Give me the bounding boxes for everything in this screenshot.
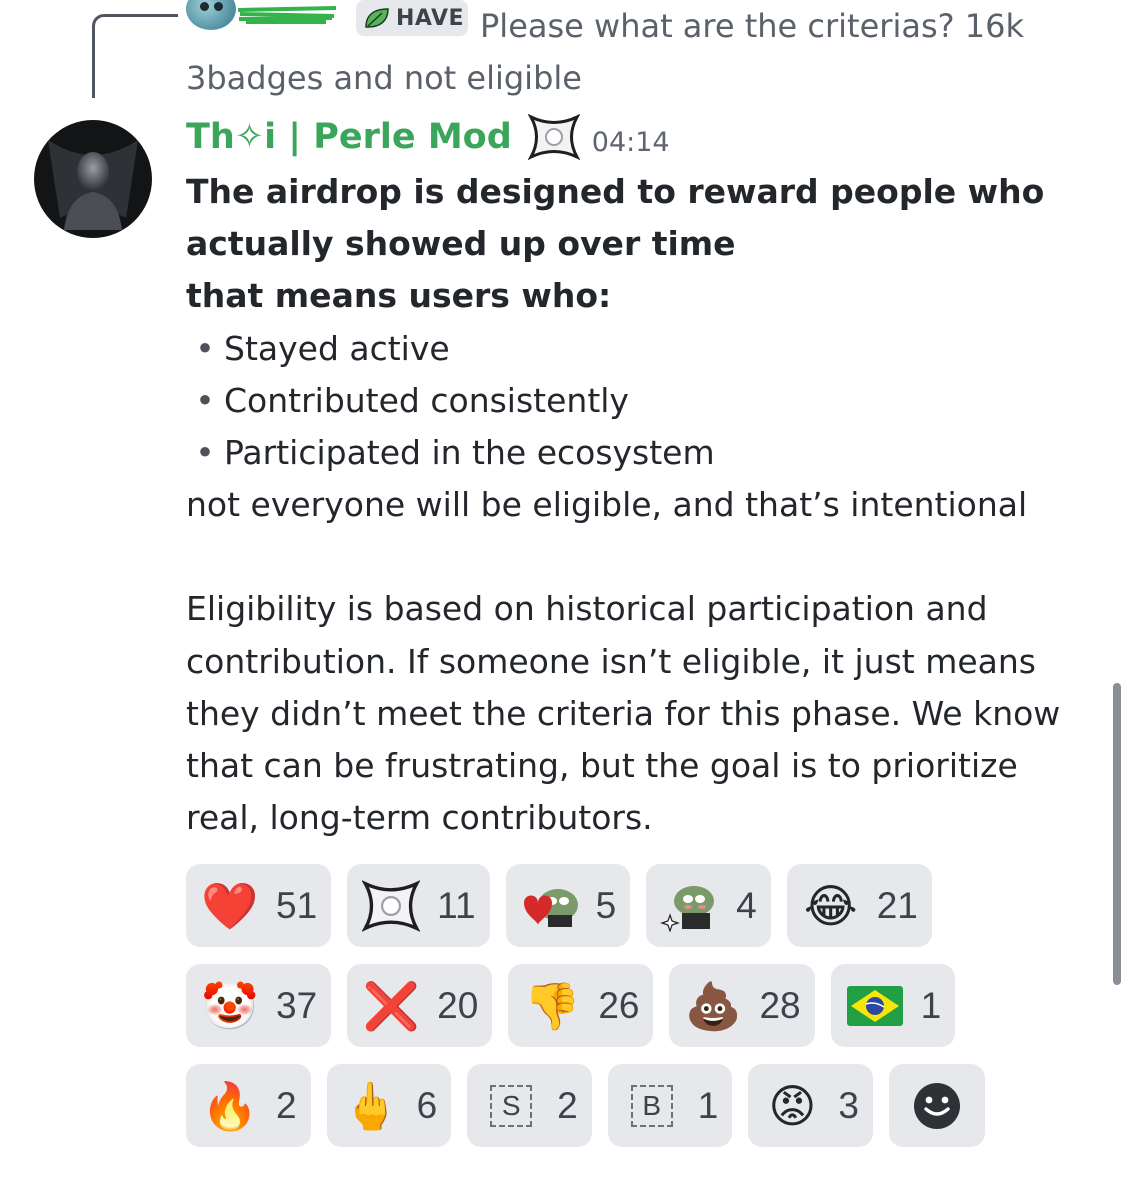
mod-role-icon <box>527 114 580 160</box>
reaction-count: 26 <box>598 984 640 1026</box>
chat-view: HAVE Please what are the criterias? 16k … <box>0 0 1131 1200</box>
pepe-heart-icon <box>523 888 578 927</box>
poop-icon: 💩 <box>684 978 743 1033</box>
message-heading-line: that means users who: <box>186 276 612 316</box>
list-item-text: Stayed active <box>224 328 450 368</box>
avatar-figure-icon <box>48 140 138 230</box>
reaction-count: 37 <box>276 984 318 1026</box>
middle-finger-icon: 🖕 <box>341 1078 400 1133</box>
reaction-count: 6 <box>416 1084 438 1126</box>
thumbs-down-icon: 👎 <box>523 978 581 1033</box>
reaction-count: 21 <box>876 884 918 926</box>
reaction-count: 51 <box>276 884 318 926</box>
reaction-count: 28 <box>759 984 801 1026</box>
list-item: • Participated in the ecosystem <box>186 427 1096 479</box>
author-avatar[interactable] <box>34 120 152 238</box>
tears-of-joy-icon: 😂 <box>803 878 858 933</box>
reaction-angry-face[interactable]: 😡 3 <box>748 1064 873 1147</box>
list-item-text: Participated in the ecosystem <box>224 433 715 473</box>
list-item: • Stayed active <box>186 323 1096 375</box>
reaction-clown[interactable]: 🤡 37 <box>186 964 332 1047</box>
cross-mark-icon: ❌ <box>362 978 420 1033</box>
reaction-brazil-flag[interactable]: 1 <box>830 964 956 1047</box>
reaction-thumbs-down[interactable]: 👎 26 <box>508 964 654 1047</box>
reaction-tears-of-joy[interactable]: 😂 21 <box>786 864 932 947</box>
reaction-count: 1 <box>697 1084 719 1126</box>
reaction-count: 5 <box>595 884 617 926</box>
reply-preview-text[interactable]: Please what are the criterias? 16k 3badg… <box>186 0 1086 104</box>
reaction-poop[interactable]: 💩 28 <box>669 964 815 1047</box>
message-body: The airdrop is designed to reward people… <box>186 166 1096 844</box>
reaction-count: 20 <box>437 984 479 1026</box>
reaction-middle-finger[interactable]: 🖕 6 <box>326 1064 452 1147</box>
message-header: Th✧i | Perle Mod 04:14 <box>186 108 670 166</box>
angry-face-icon: 😡 <box>768 1078 817 1133</box>
list-item: • Contributed consistently <box>186 375 1096 427</box>
scrollbar-thumb[interactable] <box>1113 683 1121 985</box>
fire-icon: 🔥 <box>201 1078 259 1133</box>
reaction-row: ❤️ 51 11 5 4 😂 21 <box>186 864 1086 947</box>
reaction-count: 11 <box>437 884 476 926</box>
reactions-bar: ❤️ 51 11 5 4 😂 21 🤡 37 ❌ 20 👎 26 💩 28 1 … <box>186 864 1086 1164</box>
reaction-pepe-sparkle[interactable]: 4 <box>646 864 771 947</box>
reaction-count: 1 <box>920 984 942 1026</box>
reaction-count: 2 <box>276 1084 297 1126</box>
reaction-row: 🤡 37 ❌ 20 👎 26 💩 28 1 <box>186 964 1086 1047</box>
reaction-letter-s[interactable]: S 2 <box>467 1064 592 1147</box>
heart-icon: ❤️ <box>201 878 259 933</box>
reply-connector <box>92 14 178 98</box>
reaction-heart[interactable]: ❤️ 51 <box>186 864 332 947</box>
reaction-perle-logo[interactable]: 11 <box>347 864 490 947</box>
author-name[interactable]: Th✧i | Perle Mod <box>186 117 512 157</box>
add-reaction-button[interactable] <box>888 1064 985 1147</box>
reaction-count: 4 <box>736 884 757 926</box>
pepe-sparkle-icon <box>660 885 715 932</box>
letter-s-icon: S <box>490 1084 533 1127</box>
reaction-fire[interactable]: 🔥 2 <box>186 1064 311 1147</box>
letter-b-icon: B <box>630 1084 673 1127</box>
reaction-cross-mark[interactable]: ❌ 20 <box>347 964 493 1047</box>
brazil-flag-icon <box>846 985 903 1026</box>
reaction-letter-b[interactable]: B 1 <box>607 1064 733 1147</box>
reaction-count: 3 <box>838 1084 859 1126</box>
reaction-pepe-heart[interactable]: 5 <box>505 864 631 947</box>
message-paragraph: Eligibility is based on historical parti… <box>186 589 1061 838</box>
reaction-row: 🔥 2 🖕 6 S 2 B 1 😡 3 <box>186 1064 1086 1147</box>
message-timestamp: 04:14 <box>591 126 670 158</box>
message-line: not everyone will be eligible, and that’… <box>186 485 1028 525</box>
clown-icon: 🤡 <box>201 978 259 1033</box>
list-item-text: Contributed consistently <box>224 380 629 420</box>
perle-logo-icon <box>362 879 421 932</box>
smiley-add-icon <box>913 1082 960 1129</box>
message-heading-line: The airdrop is designed to reward people… <box>186 172 1045 264</box>
reaction-count: 2 <box>557 1084 578 1126</box>
